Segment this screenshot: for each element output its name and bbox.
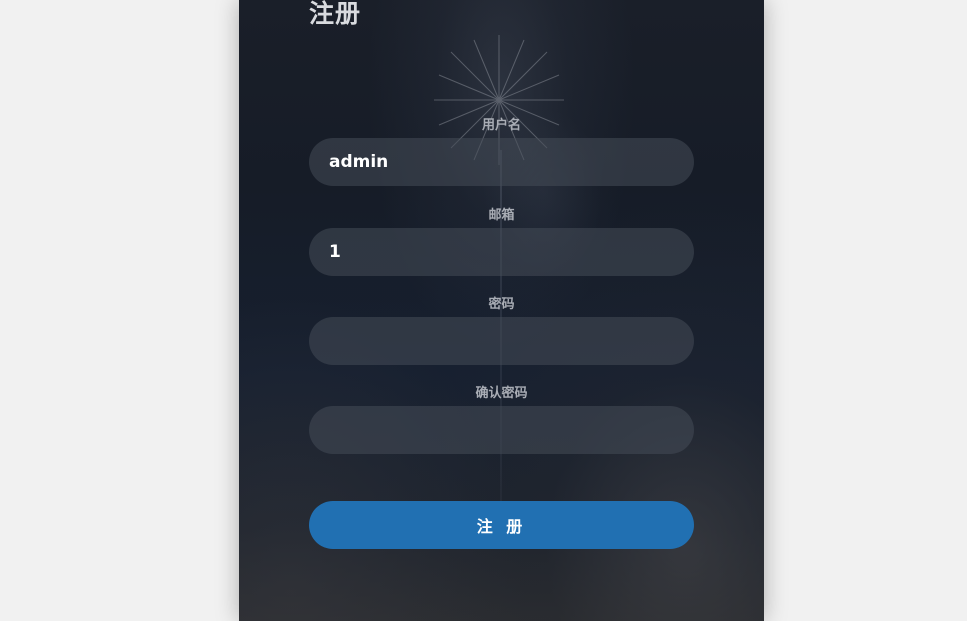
page: 注册 用户名 邮箱 密码 确认密码 注 册 xyxy=(0,0,967,621)
register-panel: 注册 用户名 邮箱 密码 确认密码 注 册 xyxy=(239,0,764,621)
email-field-wrapper xyxy=(309,228,694,276)
password-label: 密码 xyxy=(488,297,515,312)
email-label: 邮箱 xyxy=(488,208,515,223)
username-field-wrapper xyxy=(309,138,694,186)
confirm-password-label: 确认密码 xyxy=(475,386,528,401)
password-field-wrapper xyxy=(309,317,694,365)
email-input[interactable] xyxy=(309,228,694,276)
username-label: 用户名 xyxy=(481,118,521,133)
confirm-password-input[interactable] xyxy=(309,406,694,454)
password-input[interactable] xyxy=(309,317,694,365)
page-title: 注册 xyxy=(309,0,362,28)
confirm-password-field-wrapper xyxy=(309,406,694,454)
username-input[interactable] xyxy=(309,138,694,186)
register-button[interactable]: 注 册 xyxy=(309,501,694,549)
